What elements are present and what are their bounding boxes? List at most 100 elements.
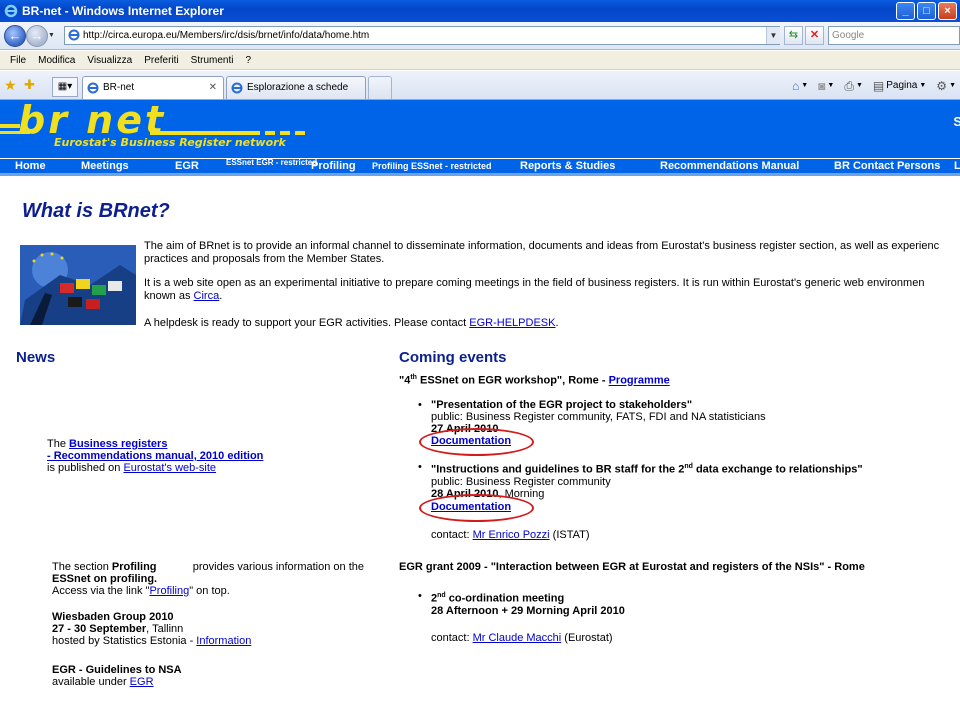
intro-paragraph-3: A helpdesk is ready to support your EGR … bbox=[144, 317, 960, 330]
intro-p3-prefix: A helpdesk is ready to support your EGR … bbox=[144, 317, 470, 329]
menu-visualizza[interactable]: Visualizza bbox=[81, 51, 138, 69]
favorites-star-icon[interactable]: ★ bbox=[4, 77, 17, 94]
tools-button[interactable]: ⚙ ▼ bbox=[936, 77, 956, 95]
tab-label: Esplorazione a schede bbox=[247, 82, 349, 93]
back-button[interactable]: ← bbox=[4, 25, 26, 47]
page-menu-button[interactable]: ▤ Pagina ▼ bbox=[873, 77, 926, 95]
forward-button[interactable]: → bbox=[26, 25, 48, 47]
red-annotation-oval-2 bbox=[419, 494, 534, 522]
menu-preferiti[interactable]: Preferiti bbox=[138, 51, 184, 69]
news-item-profiling: The section Profiling provides various i… bbox=[52, 561, 364, 597]
egr-guidelines-prefix: available under bbox=[52, 676, 130, 688]
egr-guidelines-title: EGR - Guidelines to NSA bbox=[52, 664, 182, 676]
address-input[interactable]: http://circa.europa.eu/Members/irc/dsis/… bbox=[64, 26, 780, 45]
wiesbaden-date: 27 - 30 September bbox=[52, 623, 147, 635]
banner-right-text: S bbox=[953, 114, 960, 129]
contact2-prefix: contact: bbox=[431, 632, 473, 644]
printer-icon: ⎙ bbox=[844, 79, 854, 93]
nav-profiling[interactable]: Profiling bbox=[311, 159, 356, 174]
eurostat-website-link[interactable]: Eurostat's web-site bbox=[123, 462, 216, 474]
close-window-button[interactable]: × bbox=[938, 2, 957, 20]
intro-paragraph-2: It is a web site open as an experimental… bbox=[144, 277, 960, 303]
events-heading: Coming events bbox=[399, 349, 507, 366]
print-button[interactable]: ⎙ ▼ bbox=[844, 77, 863, 95]
circa-link[interactable]: Circa bbox=[194, 290, 220, 302]
workshop-line: "4th ESSnet on EGR workshop", Rome - Pro… bbox=[399, 372, 670, 387]
page-menu-label: Pagina bbox=[886, 80, 918, 91]
nav-br-contact-persons[interactable]: BR Contact Persons bbox=[834, 159, 940, 174]
history-dropdown-icon[interactable]: ▼ bbox=[48, 32, 55, 39]
nav-egr[interactable]: EGR bbox=[175, 159, 199, 174]
profiling-link[interactable]: Profiling bbox=[149, 585, 189, 597]
recommendations-manual-link[interactable]: - Recommendations manual, 2010 edition bbox=[47, 450, 263, 462]
claude-macchi-link[interactable]: Mr Claude Macchi bbox=[473, 632, 562, 644]
news2-l2: ESSnet on profiling. bbox=[52, 573, 158, 585]
event-coordination: 2nd co-ordination meeting 28 Afternoon +… bbox=[431, 590, 625, 617]
menu-bar: File Modifica Visualizza Preferiti Strum… bbox=[0, 51, 960, 70]
window-controls: _ □ × bbox=[896, 2, 957, 20]
minimize-button[interactable]: _ bbox=[896, 2, 915, 20]
site-navigation: Home Meetings EGR ESSnet EGR - restricte… bbox=[0, 158, 960, 176]
egr-link[interactable]: EGR bbox=[130, 676, 154, 688]
intro-p2-suffix: . bbox=[219, 290, 223, 302]
wiesbaden-place: , Tallinn bbox=[146, 623, 184, 635]
quick-tabs-button[interactable]: ▦▾ bbox=[52, 77, 78, 97]
menu-help[interactable]: ? bbox=[239, 51, 257, 69]
page-icon bbox=[68, 29, 80, 41]
intro-p1-line1: The aim of BRnet is to provide an inform… bbox=[144, 240, 940, 252]
close-tab-icon[interactable]: ✕ bbox=[209, 77, 217, 99]
eu-flags-image bbox=[20, 245, 136, 325]
site-tagline: Eurostat's Business Register network bbox=[54, 136, 286, 149]
contact-macchi: contact: Mr Claude Macchi (Eurostat) bbox=[431, 632, 613, 644]
refresh-icon: ⇆ bbox=[788, 29, 799, 41]
enrico-pozzi-link[interactable]: Mr Enrico Pozzi bbox=[473, 529, 550, 541]
information-link[interactable]: Information bbox=[196, 635, 251, 647]
home-button[interactable]: ⌂ ▼ bbox=[792, 77, 808, 95]
news-item-egr-guidelines: EGR - Guidelines to NSA available under … bbox=[52, 664, 182, 688]
wiesbaden-title: Wiesbaden Group 2010 bbox=[52, 611, 174, 623]
command-bar: ⌂ ▼ ◙ ▼ ⎙ ▼ ▤ Pagina ▼ ⚙ ▼ bbox=[792, 77, 956, 95]
arrow-left-icon: ← bbox=[8, 28, 22, 43]
event2-title-pre: "Instructions and guidelines to BR staff… bbox=[431, 463, 685, 476]
business-registers-link[interactable]: Business registers bbox=[69, 438, 167, 450]
news1-prefix: The bbox=[47, 438, 70, 450]
intro-p3-suffix: . bbox=[555, 317, 559, 329]
maximize-button[interactable]: □ bbox=[917, 2, 936, 20]
menu-modifica[interactable]: Modifica bbox=[32, 51, 81, 69]
ie-tab-icon bbox=[231, 82, 243, 94]
refresh-button[interactable]: ⇆ bbox=[784, 26, 803, 45]
search-placeholder: Google bbox=[832, 30, 865, 41]
tab-bar: ★ ✚ ▦▾ BR-net ✕ Esplorazione a schede ⌂ ▼… bbox=[0, 71, 960, 100]
tab-br-net[interactable]: BR-net ✕ bbox=[82, 76, 224, 99]
stop-button[interactable]: ✕ bbox=[805, 26, 824, 45]
nav-profiling-essnet-restricted[interactable]: Profiling ESSnet - restricted bbox=[372, 159, 492, 174]
rss-feed-icon: ◙ bbox=[818, 79, 826, 93]
intro-p2-prefix: known as bbox=[144, 290, 194, 302]
news2-l1a: The section bbox=[52, 561, 112, 573]
tab-esplorazione[interactable]: Esplorazione a schede bbox=[226, 76, 366, 99]
nav-meetings[interactable]: Meetings bbox=[81, 159, 129, 174]
address-dropdown-icon[interactable]: ▼ bbox=[766, 27, 780, 44]
news2-l3-suffix: " on top. bbox=[189, 585, 230, 597]
menu-strumenti[interactable]: Strumenti bbox=[185, 51, 240, 69]
nav-reports-studies[interactable]: Reports & Studies bbox=[520, 159, 615, 174]
egr-helpdesk-link[interactable]: EGR-HELPDESK bbox=[469, 317, 555, 329]
workshop-post: ESSnet on EGR workshop", Rome - bbox=[416, 374, 609, 387]
event2-title-post: data exchange to relationships" bbox=[692, 463, 863, 476]
nav-essnet-egr-restricted[interactable]: ESSnet EGR - restricted bbox=[226, 159, 317, 167]
feeds-button[interactable]: ◙ ▼ bbox=[818, 77, 834, 95]
event2-audience: public: Business Register community bbox=[431, 475, 611, 488]
add-favorite-icon[interactable]: ✚ bbox=[24, 77, 35, 93]
nav-truncated[interactable]: L bbox=[954, 159, 960, 174]
intro-p1-line2: practices and proposals from the Member … bbox=[144, 253, 385, 265]
nav-home[interactable]: Home bbox=[15, 159, 46, 174]
search-input[interactable]: Google bbox=[828, 26, 960, 45]
nav-recommendations-manual[interactable]: Recommendations Manual bbox=[660, 159, 799, 174]
contact1-suffix: (ISTAT) bbox=[549, 529, 590, 541]
programme-link[interactable]: Programme bbox=[609, 375, 670, 387]
tab-label: BR-net bbox=[103, 82, 135, 93]
new-tab-button[interactable] bbox=[368, 76, 392, 99]
menu-file[interactable]: File bbox=[4, 51, 32, 69]
contact1-prefix: contact: bbox=[431, 529, 473, 541]
event3-sup: nd bbox=[437, 592, 446, 599]
